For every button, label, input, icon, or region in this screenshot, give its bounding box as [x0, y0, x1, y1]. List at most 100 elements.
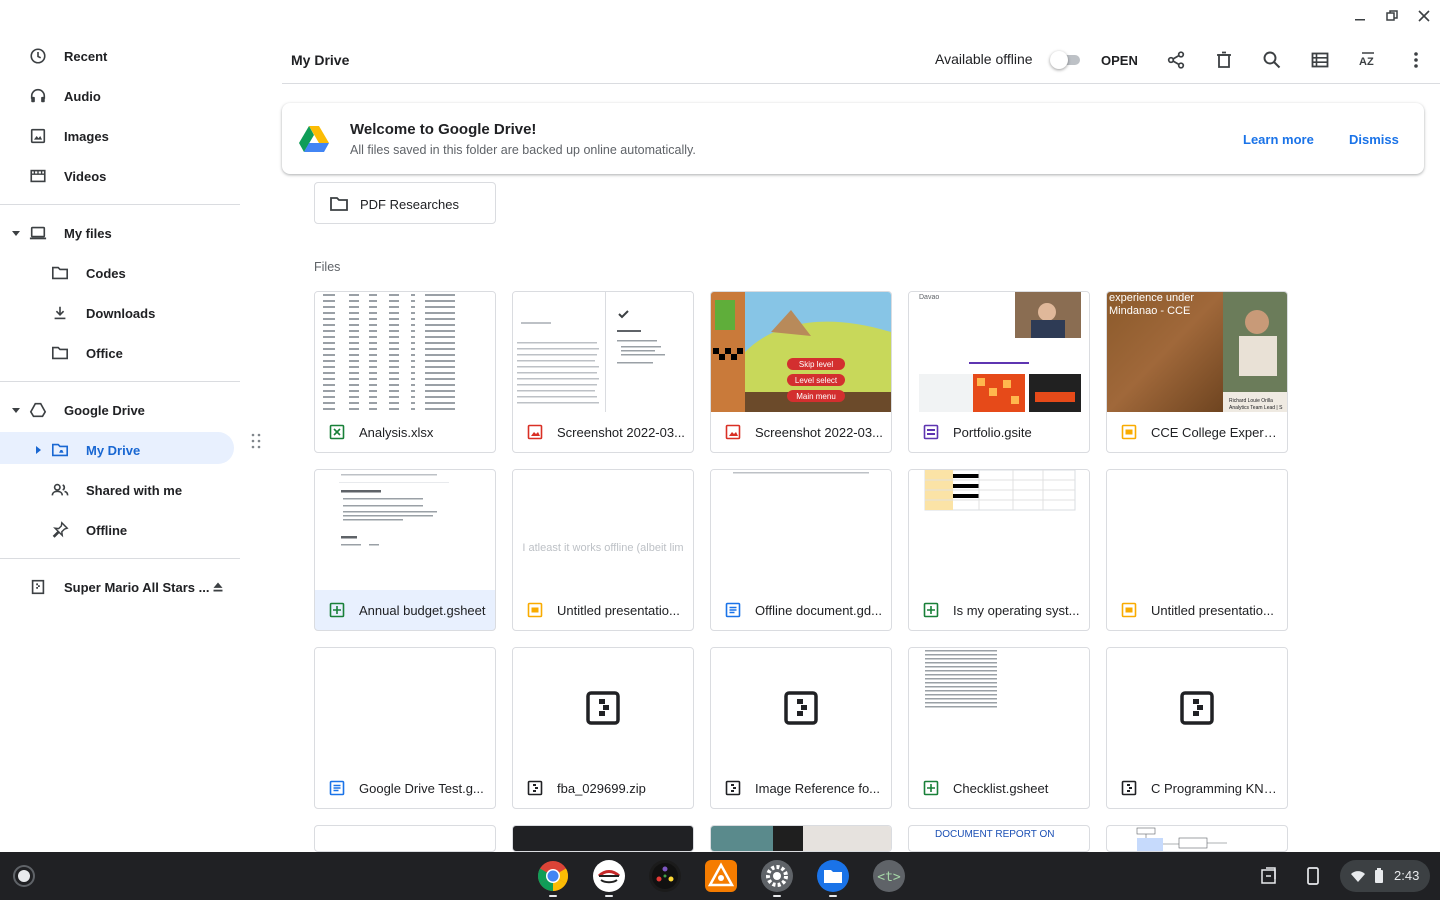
launcher-button[interactable] [12, 864, 36, 888]
file-tile[interactable] [1106, 825, 1288, 852]
launcher-icon [18, 870, 30, 882]
slide-title: This is an offline presentation [523, 483, 683, 536]
file-thumbnail [909, 648, 1089, 768]
expand-arrow-icon[interactable] [10, 227, 22, 239]
status-area[interactable]: 2:43 [1340, 860, 1430, 892]
file-tile[interactable]: Checklist.gsheet [908, 647, 1090, 809]
restore-button[interactable] [1376, 0, 1408, 32]
file-tile[interactable] [512, 825, 694, 852]
file-thumbnail: This is an offline presentation I atleas… [513, 470, 693, 590]
file-tile[interactable]: Offline document.gd... [710, 469, 892, 631]
sidebar-resize-handle[interactable] [250, 432, 262, 450]
sidebar-item-my-files[interactable]: My files [0, 213, 240, 253]
file-tile[interactable]: Is my operating syst... [908, 469, 1090, 631]
sidebar-item-downloads[interactable]: Downloads [0, 293, 240, 333]
file-tile[interactable]: C Programming KNR... [1106, 647, 1288, 809]
learn-more-link[interactable]: Learn more [1243, 132, 1314, 147]
doc-report-text: DOCUMENT REPORT ON [935, 829, 1055, 840]
sidebar-item-office[interactable]: Office [0, 333, 240, 373]
app-shortcut[interactable]: <t> [873, 860, 905, 892]
folder-tile[interactable]: PDF Researches [314, 182, 496, 224]
delete-button[interactable] [1212, 48, 1236, 72]
sidebar-item-codes[interactable]: Codes [0, 253, 240, 293]
folder-name: PDF Researches [360, 197, 459, 212]
archive-icon [28, 577, 48, 597]
files-icon [824, 870, 842, 883]
sidebar-item-my-drive[interactable]: My Drive [0, 430, 240, 470]
clipboard-icon[interactable] [1259, 866, 1279, 886]
sidebar-item-label: Audio [64, 88, 101, 104]
dismiss-button[interactable]: Dismiss [1349, 132, 1399, 147]
file-thumbnail: Davao [909, 292, 1089, 412]
settings-app[interactable] [761, 860, 793, 897]
file-name: Portfolio.gsite [953, 425, 1032, 440]
file-name: Google Drive Test.g... [359, 781, 484, 796]
headphones-icon [28, 86, 48, 106]
file-tile[interactable]: Google Drive Test.g... [314, 647, 496, 809]
close-button[interactable] [1408, 0, 1440, 32]
file-tile[interactable]: Image Reference fo... [710, 647, 892, 809]
file-tile[interactable] [314, 825, 496, 852]
game-screenshot-thumbnail: Skip level Level select Main menu [711, 292, 891, 412]
file-tile[interactable]: fba_029699.zip [512, 647, 694, 809]
expand-arrow-icon[interactable] [32, 444, 44, 456]
file-tile[interactable]: experience under Mindanao - CCE Richard … [1106, 291, 1288, 453]
sidebar-item-recent[interactable]: Recent [0, 36, 240, 76]
file-tile[interactable]: Analysis.xlsx [314, 291, 496, 453]
file-name: Image Reference fo... [755, 781, 881, 796]
game-button-text: Skip level [799, 360, 833, 369]
sidebar-item-images[interactable]: Images [0, 116, 240, 156]
more-options-button[interactable] [1404, 48, 1428, 72]
file-tile[interactable] [710, 825, 892, 852]
search-button[interactable] [1260, 48, 1284, 72]
site-text: Davao [919, 294, 939, 301]
sheets-icon [329, 602, 345, 618]
file-tile[interactable]: This is an offline presentation I atleas… [512, 469, 694, 631]
sidebar-item-videos[interactable]: Videos [0, 156, 240, 196]
file-tile[interactable]: Screenshot 2022-03... [512, 291, 694, 453]
app-shortcut[interactable] [705, 860, 737, 892]
sidebar-item-offline[interactable]: Offline [0, 510, 240, 550]
expand-arrow-icon[interactable] [10, 404, 22, 416]
document-screenshot-thumbnail [517, 292, 665, 412]
file-name: Screenshot 2022-03... [755, 425, 883, 440]
file-tile[interactable]: DOCUMENT REPORT ON [908, 825, 1090, 852]
list-view-button[interactable] [1308, 48, 1332, 72]
phone-hub-icon[interactable] [1303, 866, 1323, 886]
available-offline-toggle[interactable] [1050, 51, 1082, 69]
file-tile[interactable]: Annual budget.gsheet [314, 469, 496, 631]
sidebar-item-audio[interactable]: Audio [0, 76, 240, 116]
breadcrumb[interactable]: My Drive [291, 52, 349, 68]
welcome-banner: Welcome to Google Drive! All files saved… [282, 103, 1424, 174]
sort-button[interactable]: AZ [1356, 48, 1380, 72]
file-tile[interactable]: Untitled presentatio... [1106, 469, 1288, 631]
file-thumbnail [315, 470, 495, 590]
chrome-app[interactable] [537, 860, 569, 897]
app-shortcut[interactable] [649, 860, 681, 892]
chrome-icon [537, 861, 569, 891]
app-icon [597, 870, 621, 884]
minimize-button[interactable] [1344, 0, 1376, 32]
sidebar-item-label: Codes [86, 265, 126, 281]
game-button-text: Main menu [796, 392, 836, 401]
svg-text:Mindanao - CCE: Mindanao - CCE [1109, 305, 1190, 317]
sidebar-item-external-drive[interactable]: Super Mario All Stars ... [0, 567, 240, 607]
minimize-icon [1355, 19, 1365, 21]
open-button[interactable]: OPEN [1101, 53, 1138, 68]
files-section-label: Files [314, 260, 341, 274]
sidebar-item-google-drive[interactable]: Google Drive [0, 390, 240, 430]
docs-icon [725, 602, 741, 618]
file-tile[interactable]: Skip level Level select Main menu Screen… [710, 291, 892, 453]
running-indicator [773, 895, 781, 897]
file-tile[interactable]: Davao Portfolio.gsite [908, 291, 1090, 453]
file-name: Screenshot 2022-03... [557, 425, 685, 440]
settings-icon [766, 865, 788, 887]
trash-icon [1217, 51, 1231, 68]
share-button[interactable] [1164, 48, 1188, 72]
sidebar-item-shared-with-me[interactable]: Shared with me [0, 470, 240, 510]
eject-icon[interactable] [208, 577, 228, 597]
files-app[interactable] [817, 860, 849, 897]
banner-title: Welcome to Google Drive! [350, 121, 537, 138]
app-shortcut[interactable] [593, 860, 625, 897]
file-name: Offline document.gd... [755, 603, 882, 618]
